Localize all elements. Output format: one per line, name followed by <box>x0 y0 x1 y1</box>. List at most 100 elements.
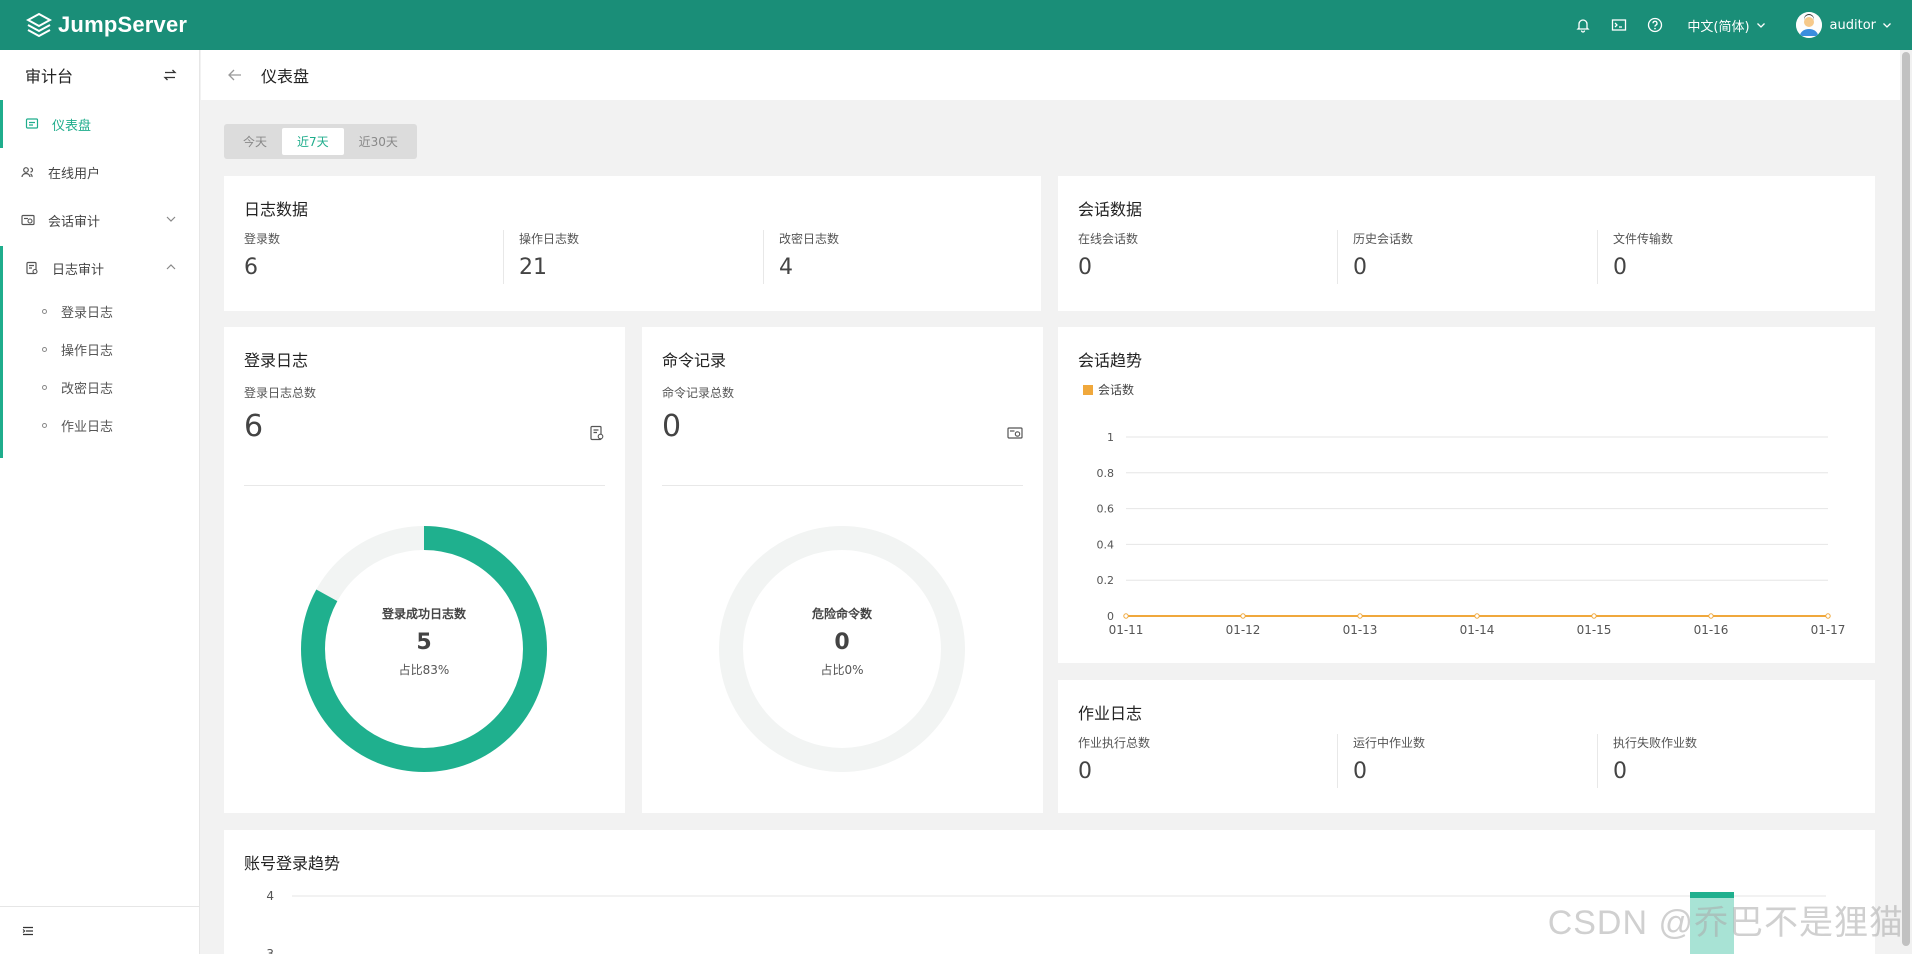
bar-top <box>1690 892 1734 898</box>
chevron-down-icon <box>1756 20 1766 30</box>
stat-online-sessions: 在线会话数 0 <box>1078 230 1138 282</box>
sidebar-item-log-audit[interactable]: 日志审计 <box>0 244 199 292</box>
stat-label: 操作日志数 <box>519 232 580 246</box>
account-login-trend-chart: 4 3 <box>266 889 1826 954</box>
stat-history-sessions: 历史会话数 0 <box>1353 230 1413 282</box>
stat-password-change-log-count: 改密日志数 4 <box>779 230 839 282</box>
page-header: 仪表盘 <box>201 50 1900 100</box>
data-point <box>1591 613 1597 619</box>
sidebar-subitem-label: 改密日志 <box>61 381 114 397</box>
sidebar-subitem-login-log[interactable]: 登录日志 <box>0 292 199 330</box>
account-login-trend-card: 账号登录趋势 4 3 <box>224 830 1875 954</box>
range-today-button[interactable]: 今天 <box>228 128 282 155</box>
bullet-icon <box>42 346 47 352</box>
donut-percent: 占比83% <box>398 663 450 677</box>
stat-label: 登录数 <box>244 232 281 246</box>
time-range-toggle: 今天 近7天 近30天 <box>224 124 417 159</box>
vertical-scrollbar[interactable] <box>1900 50 1912 954</box>
stat-value: 0 <box>1353 759 1367 784</box>
x-tick-label: 01-11 <box>1109 623 1144 637</box>
total-value: 0 <box>662 409 682 444</box>
session-icon[interactable] <box>1007 425 1023 441</box>
back-arrow-icon[interactable] <box>227 67 243 83</box>
stat-jobs-running: 运行中作业数 0 <box>1353 734 1425 786</box>
help-icon[interactable] <box>1645 15 1665 35</box>
y-tick-label: 1 <box>1107 431 1114 444</box>
collapse-sidebar-button[interactable] <box>0 906 200 954</box>
data-point <box>1708 613 1714 619</box>
y-tick-label: 4 <box>266 889 274 903</box>
x-tick-label: 01-14 <box>1460 623 1495 637</box>
top-navbar: JumpServer 中文(简体) auditor <box>0 0 1912 50</box>
command-record-card: 命令记录 命令记录总数 0 危险命令数 0 占比0% <box>642 327 1043 813</box>
divider <box>1597 230 1598 284</box>
stat-value: 0 <box>1353 255 1367 280</box>
total-label: 登录日志总数 <box>244 386 317 400</box>
sidebar-subitem-label: 登录日志 <box>61 305 114 321</box>
bullet-icon <box>42 422 47 428</box>
stat-value: 21 <box>519 255 547 280</box>
sidebar: 审计台 仪表盘 在线用户 会话审计 日志审计 登录日志 操作日志 改密日志 作业… <box>0 50 200 954</box>
card-title: 会话数据 <box>1078 200 1143 219</box>
stat-value: 0 <box>1613 759 1627 784</box>
x-tick-label: 01-15 <box>1577 623 1612 637</box>
sidebar-subitem-job-log[interactable]: 作业日志 <box>0 406 199 444</box>
session-data-card: 会话数据 在线会话数 0 历史会话数 0 文件传输数 0 <box>1058 176 1875 311</box>
stat-value: 6 <box>244 255 258 280</box>
session-trend-chart: 0 0.2 0.4 0.6 0.8 1 01-11 01-12 01-13 01-14 01-15 0… <box>1097 431 1846 637</box>
page-title: 仪表盘 <box>261 67 310 86</box>
language-selector[interactable]: 中文(简体) <box>1687 16 1765 35</box>
bell-icon[interactable] <box>1573 15 1593 35</box>
username: auditor <box>1829 17 1876 33</box>
stat-value: 0 <box>1078 255 1092 280</box>
range-30days-button[interactable]: 近30天 <box>344 128 413 155</box>
y-tick-label: 0.4 <box>1097 538 1115 551</box>
sidebar-subitem-operate-log[interactable]: 操作日志 <box>0 330 199 368</box>
card-title: 登录日志 <box>244 351 309 370</box>
logo[interactable]: JumpServer <box>25 11 187 39</box>
divider <box>244 485 605 486</box>
terminal-icon[interactable] <box>1609 15 1629 35</box>
sidebar-item-label: 在线用户 <box>48 166 101 182</box>
donut-percent: 占比0% <box>820 663 864 677</box>
log-icon[interactable] <box>589 425 605 441</box>
language-label: 中文(简体) <box>1687 19 1750 35</box>
stat-label: 在线会话数 <box>1078 232 1139 246</box>
session-icon <box>20 212 36 228</box>
switch-view-icon[interactable] <box>163 68 177 82</box>
sidebar-item-online-users[interactable]: 在线用户 <box>0 148 199 196</box>
sidebar-subitem-label: 作业日志 <box>61 419 114 435</box>
stat-jobs-failed: 执行失败作业数 0 <box>1613 734 1697 786</box>
stat-label: 文件传输数 <box>1613 232 1674 246</box>
divider <box>503 230 504 284</box>
divider <box>1337 230 1338 284</box>
chevron-up-icon <box>165 261 177 273</box>
y-tick-label: 3 <box>266 947 274 954</box>
divider <box>1337 734 1338 788</box>
total-label: 命令记录总数 <box>662 386 735 400</box>
card-title: 作业日志 <box>1078 704 1143 723</box>
sidebar-item-label: 仪表盘 <box>52 118 92 134</box>
card-title: 命令记录 <box>662 351 727 370</box>
donut-label: 登录成功日志数 <box>381 607 466 621</box>
data-point <box>1123 613 1129 619</box>
divider <box>763 230 764 284</box>
user-menu[interactable]: auditor <box>1795 12 1892 38</box>
sidebar-title: 审计台 <box>25 67 74 86</box>
donut-value: 5 <box>416 630 432 655</box>
sidebar-item-dashboard[interactable]: 仪表盘 <box>0 100 199 148</box>
y-tick-label: 0 <box>1107 610 1114 623</box>
divider <box>662 485 1023 486</box>
range-7days-button[interactable]: 近7天 <box>282 128 344 155</box>
sidebar-subitem-password-change-log[interactable]: 改密日志 <box>0 368 199 406</box>
stat-value: 0 <box>1613 255 1627 280</box>
login-success-donut: 登录成功日志数 5 占比83% <box>300 525 548 773</box>
total-value: 6 <box>244 409 264 444</box>
bar <box>1690 892 1734 954</box>
stat-operate-log-count: 操作日志数 21 <box>519 230 579 282</box>
login-log-card: 登录日志 登录日志总数 6 登录成功日志数 5 占比83% <box>224 327 625 813</box>
log-data-card: 日志数据 登录数 6 操作日志数 21 改密日志数 4 <box>224 176 1041 311</box>
sidebar-item-session-audit[interactable]: 会话审计 <box>0 196 199 244</box>
scrollbar-thumb[interactable] <box>1902 52 1910 946</box>
donut-value: 0 <box>834 630 850 655</box>
